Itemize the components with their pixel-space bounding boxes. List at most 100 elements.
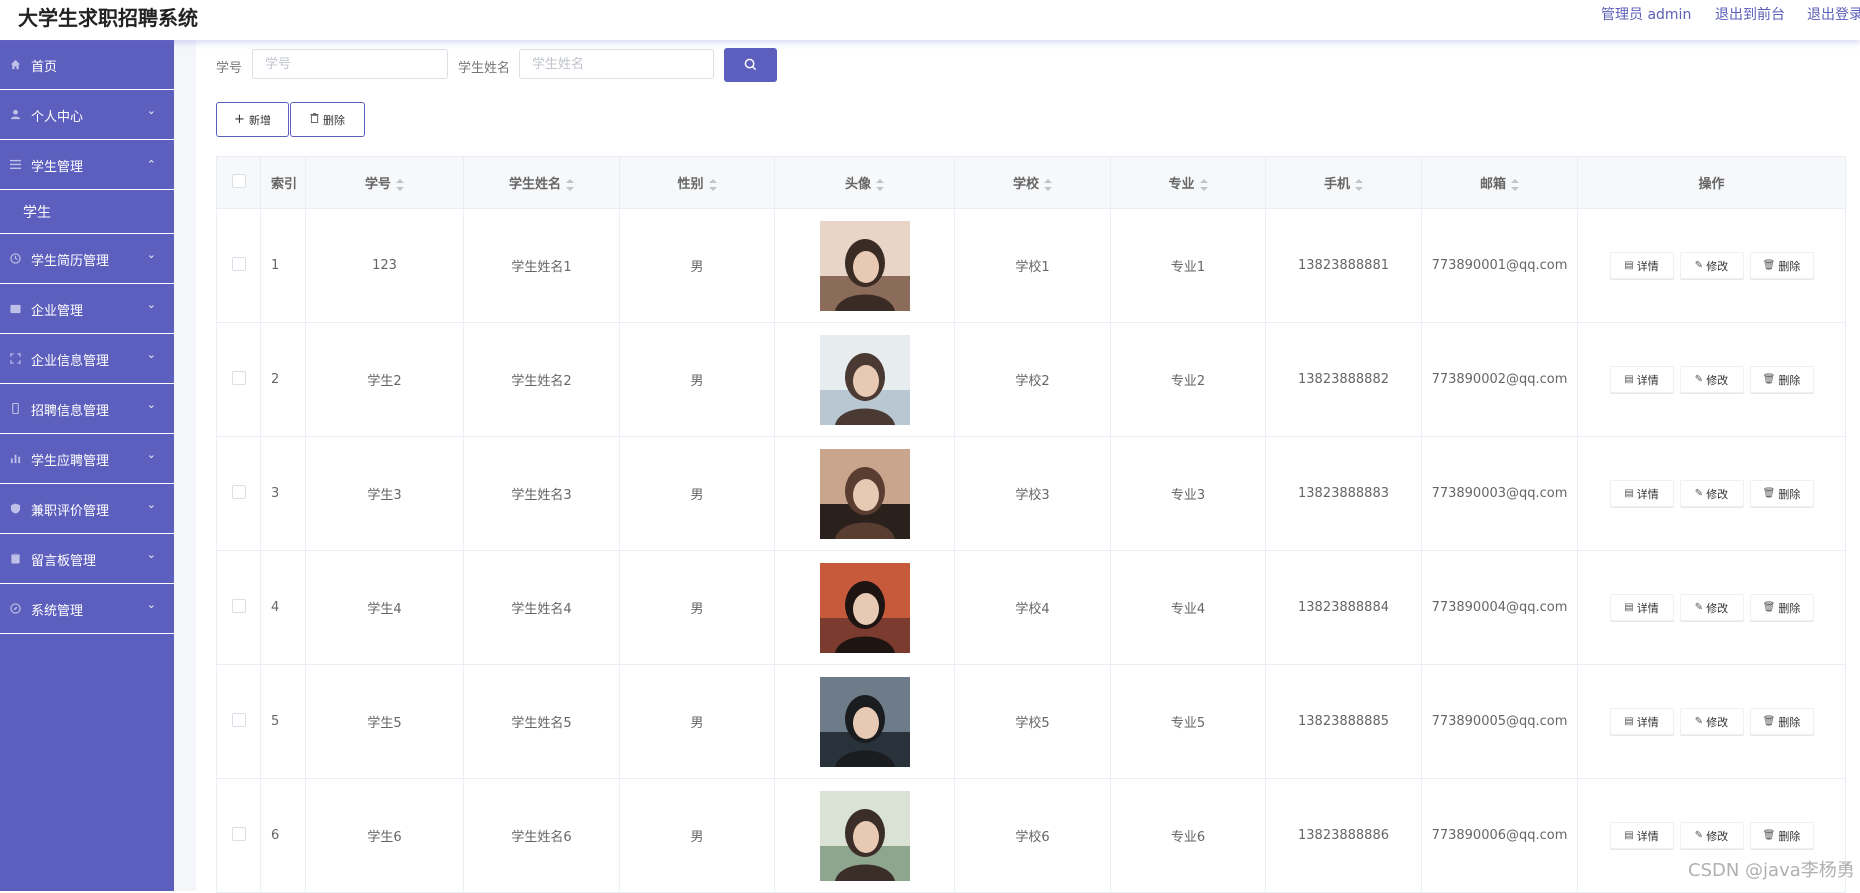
detail-button[interactable]: ▤ 详情 bbox=[1609, 480, 1674, 507]
column-header-gender[interactable]: 性别 bbox=[619, 156, 775, 209]
delete-row-button[interactable]: 🗑 删除 bbox=[1749, 594, 1814, 621]
detail-button[interactable]: ▤ 详情 bbox=[1609, 366, 1674, 393]
row-checkbox[interactable] bbox=[231, 484, 246, 499]
column-header-phone[interactable]: 手机 bbox=[1265, 156, 1422, 209]
row-checkbox[interactable] bbox=[231, 598, 246, 613]
sidebar-item-company-management[interactable]: 企业管理 ⌄ bbox=[0, 284, 174, 334]
cell-avatar bbox=[774, 208, 955, 323]
detail-button-label: 详情 bbox=[1636, 259, 1659, 273]
column-header-avatar[interactable]: 头像 bbox=[774, 156, 955, 209]
sidebar-item-message-board-management[interactable]: 留言板管理 ⌄ bbox=[0, 534, 174, 584]
edit-button[interactable]: ✎ 修改 bbox=[1679, 822, 1744, 849]
cell-index: 2 bbox=[260, 322, 306, 437]
column-header-name[interactable]: 学生姓名 bbox=[463, 156, 620, 209]
add-button[interactable]: + 新增 bbox=[216, 102, 289, 137]
sidebar-item-review-management[interactable]: 兼职评价管理 ⌄ bbox=[0, 484, 174, 534]
document-icon: ▤ bbox=[1624, 374, 1634, 385]
avatar[interactable] bbox=[819, 448, 910, 539]
logout-link[interactable]: 退出登录 bbox=[1807, 4, 1860, 24]
cell-index: 6 bbox=[260, 778, 306, 893]
row-checkbox[interactable] bbox=[231, 826, 246, 841]
column-header-school[interactable]: 学校 bbox=[954, 156, 1111, 209]
sort-icon[interactable] bbox=[876, 178, 884, 191]
detail-button[interactable]: ▤ 详情 bbox=[1609, 822, 1674, 849]
sidebar-item-personal-center[interactable]: 个人中心 ⌄ bbox=[0, 90, 174, 140]
user-icon bbox=[9, 108, 21, 120]
clipboard-icon bbox=[9, 552, 21, 564]
avatar[interactable] bbox=[819, 562, 910, 653]
sidebar-item-application-management[interactable]: 学生应聘管理 ⌄ bbox=[0, 434, 174, 484]
detail-button[interactable]: ▤ 详情 bbox=[1609, 594, 1674, 621]
sort-icon[interactable] bbox=[396, 178, 404, 191]
delete-row-button[interactable]: 🗑 删除 bbox=[1749, 252, 1814, 279]
edit-button[interactable]: ✎ 修改 bbox=[1679, 708, 1744, 735]
delete-button-label: 删除 bbox=[323, 113, 345, 127]
edit-button[interactable]: ✎ 修改 bbox=[1679, 480, 1744, 507]
row-select-cell bbox=[216, 208, 261, 323]
delete-row-button[interactable]: 🗑 删除 bbox=[1749, 708, 1814, 735]
cell-school: 学校5 bbox=[954, 664, 1111, 779]
chevron-down-icon: ⌄ bbox=[146, 598, 156, 611]
cell-email: 773890002@qq.com bbox=[1421, 322, 1578, 437]
avatar[interactable] bbox=[819, 220, 910, 311]
edit-button[interactable]: ✎ 修改 bbox=[1679, 594, 1744, 621]
sort-icon[interactable] bbox=[566, 178, 574, 191]
cell-name: 学生姓名4 bbox=[463, 550, 620, 665]
cell-phone: 13823888883 bbox=[1265, 436, 1422, 551]
admin-label[interactable]: 管理员 admin bbox=[1601, 4, 1691, 24]
avatar[interactable] bbox=[819, 790, 910, 881]
table-row: 2 学生2 学生姓名2 男 学校2 专业2 13823888882 773890002@qq.… bbox=[216, 322, 1846, 437]
back-to-front-link[interactable]: 退出到前台 bbox=[1715, 4, 1785, 24]
sidebar-item-company-info-management[interactable]: 企业信息管理 ⌄ bbox=[0, 334, 174, 384]
column-header-email[interactable]: 邮箱 bbox=[1421, 156, 1578, 209]
edit-button-label: 修改 bbox=[1706, 829, 1729, 843]
select-all-checkbox[interactable] bbox=[231, 173, 246, 188]
cell-gender: 男 bbox=[619, 778, 775, 893]
pencil-icon: ✎ bbox=[1694, 488, 1704, 499]
header-label: 学生姓名 bbox=[508, 177, 561, 192]
edit-button[interactable]: ✎ 修改 bbox=[1679, 252, 1744, 279]
avatar[interactable] bbox=[819, 676, 910, 767]
delete-row-button[interactable]: 🗑 删除 bbox=[1749, 366, 1814, 393]
content-gutter bbox=[174, 40, 196, 891]
column-header-major[interactable]: 专业 bbox=[1110, 156, 1266, 209]
cell-student-id: 学生3 bbox=[305, 436, 464, 551]
sidebar-item-home[interactable]: 首页 bbox=[0, 40, 174, 90]
chevron-down-icon: ⌄ bbox=[146, 498, 156, 511]
cell-actions: ▤ 详情 ✎ 修改 🗑 删除 bbox=[1577, 664, 1846, 779]
detail-button[interactable]: ▤ 详情 bbox=[1609, 708, 1674, 735]
student-name-input[interactable] bbox=[519, 49, 714, 79]
sort-icon[interactable] bbox=[708, 178, 717, 191]
sort-icon[interactable] bbox=[1355, 178, 1363, 191]
sort-icon[interactable] bbox=[1511, 178, 1519, 191]
document-icon: ▤ bbox=[1624, 830, 1634, 841]
header-label: 头像 bbox=[844, 177, 871, 192]
delete-row-button[interactable]: 🗑 删除 bbox=[1749, 822, 1814, 849]
row-checkbox[interactable] bbox=[231, 712, 246, 727]
column-header-student-id[interactable]: 学号 bbox=[305, 156, 464, 209]
sort-icon[interactable] bbox=[1199, 178, 1208, 191]
cell-major: 专业3 bbox=[1110, 436, 1266, 551]
sidebar-item-job-info-management[interactable]: 招聘信息管理 ⌄ bbox=[0, 384, 174, 434]
row-checkbox[interactable] bbox=[231, 256, 246, 271]
delete-row-button[interactable]: 🗑 删除 bbox=[1749, 480, 1814, 507]
edit-button[interactable]: ✎ 修改 bbox=[1679, 366, 1744, 393]
student-id-input[interactable] bbox=[252, 49, 448, 79]
sidebar-subitem-student[interactable]: 学生 bbox=[0, 190, 174, 234]
cell-student-id: 学生6 bbox=[305, 778, 464, 893]
table-header-row: 索引 学号 学生姓名 性别 头像 学校 专业 手机 邮箱 操作 bbox=[216, 156, 1846, 209]
student-id-label: 学号 bbox=[216, 61, 243, 76]
avatar[interactable] bbox=[819, 334, 910, 425]
sidebar-item-system-management[interactable]: 系统管理 ⌄ bbox=[0, 584, 174, 634]
document-icon: ▤ bbox=[1624, 260, 1634, 271]
delete-button[interactable]: 删除 bbox=[290, 102, 365, 137]
sidebar-item-label: 首页 bbox=[31, 60, 58, 75]
sidebar-item-student-management[interactable]: 学生管理 ⌃ bbox=[0, 140, 174, 190]
cell-email: 773890006@qq.com bbox=[1421, 778, 1578, 893]
shield-icon bbox=[9, 502, 21, 514]
sidebar-item-resume-management[interactable]: 学生简历管理 ⌄ bbox=[0, 234, 174, 284]
detail-button[interactable]: ▤ 详情 bbox=[1609, 252, 1674, 279]
search-button[interactable] bbox=[724, 48, 777, 82]
row-checkbox[interactable] bbox=[231, 370, 246, 385]
sort-icon[interactable] bbox=[1044, 178, 1052, 191]
